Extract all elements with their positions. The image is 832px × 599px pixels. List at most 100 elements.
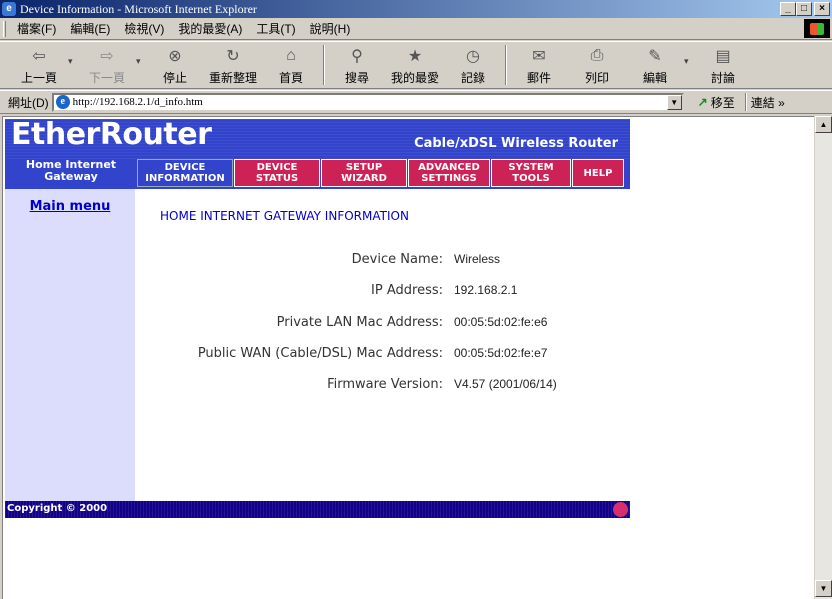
print-label: 列印 xyxy=(584,71,609,85)
print-button[interactable]: ⎙ 列印 xyxy=(568,42,626,88)
go-label: 移至 xyxy=(710,95,735,110)
menu-tools[interactable]: 工具(T) xyxy=(249,20,302,37)
home-button[interactable]: ⌂ 首頁 xyxy=(262,42,320,88)
info-row-lan-mac: Private LAN Mac Address: 00:05:5d:02:fe:… xyxy=(143,315,623,331)
printer-icon: ⎙ xyxy=(590,47,604,64)
menu-grip[interactable] xyxy=(3,20,6,37)
menu-favorites[interactable]: 我的最愛(A) xyxy=(171,20,249,37)
scroll-up-icon[interactable]: ▲ xyxy=(815,116,832,133)
edit-icon: ✎ xyxy=(648,48,662,65)
scroll-down-icon[interactable]: ▼ xyxy=(815,580,832,597)
toolbar-separator xyxy=(323,45,325,85)
info-label: Device Name: xyxy=(351,252,443,267)
info-value: 00:05:5d:02:fe:e6 xyxy=(454,315,548,329)
info-label: Public WAN (Cable/DSL) Mac Address: xyxy=(197,346,443,361)
search-button[interactable]: ⚲ 搜尋 xyxy=(328,42,386,88)
tab-setup-wizard[interactable]: SETUP WIZARD xyxy=(321,159,407,187)
go-arrow-icon: ↗ xyxy=(697,95,708,109)
favorites-icon: ★ xyxy=(407,48,423,65)
info-row-device-name: Device Name: Wireless xyxy=(143,252,623,268)
minimize-button[interactable]: _ xyxy=(780,2,796,16)
edit-dropdown-icon[interactable]: ▾ xyxy=(684,56,694,67)
page-icon: e xyxy=(55,95,70,109)
standard-toolbar: ⇦ 上一頁 ▾ ⇨ 下一頁 ▾ ⊗ 停止 ↻ 重新整理 ⌂ 首頁 ⚲ 搜尋 ★ … xyxy=(0,41,832,89)
edit-label: 編輯 xyxy=(642,71,667,85)
back-arrow-icon: ⇦ xyxy=(32,48,46,65)
back-dropdown-icon[interactable]: ▾ xyxy=(68,56,78,67)
tab-device-status[interactable]: DEVICE STATUS xyxy=(234,159,320,187)
product-tagline: Cable/xDSL Wireless Router xyxy=(414,136,618,151)
ie-app-icon[interactable]: e xyxy=(2,2,16,16)
home-icon: ⌂ xyxy=(286,47,296,64)
brand-logo: EtherRouter xyxy=(11,117,212,152)
main-menu-link[interactable]: Main menu xyxy=(5,199,135,214)
home-label: 首頁 xyxy=(278,71,303,85)
page-footer: Copyright © 2000 xyxy=(5,501,630,518)
info-label: IP Address: xyxy=(371,283,443,298)
back-label: 上一頁 xyxy=(20,71,57,85)
discuss-label: 討論 xyxy=(710,71,735,85)
edit-button[interactable]: ✎ 編輯 xyxy=(626,42,684,88)
info-row-firmware: Firmware Version: V4.57 (2001/06/14) xyxy=(143,377,623,393)
page-viewport: EtherRouter Cable/xDSL Wireless Router H… xyxy=(2,116,814,599)
address-input[interactable]: e http://192.168.2.1/d_info.htm ▼ xyxy=(51,92,684,112)
info-label: Private LAN Mac Address: xyxy=(276,315,443,330)
menu-bar: 檔案(F) 編輯(E) 檢視(V) 我的最愛(A) 工具(T) 說明(H) xyxy=(0,18,832,40)
favorites-button[interactable]: ★ 我的最愛 xyxy=(386,42,444,88)
search-icon: ⚲ xyxy=(351,48,363,65)
forward-label: 下一頁 xyxy=(88,71,125,85)
stop-button[interactable]: ⊗ 停止 xyxy=(146,42,204,88)
refresh-button[interactable]: ↻ 重新整理 xyxy=(204,42,262,88)
router-nav: Home Internet Gateway DEVICE INFORMATION … xyxy=(5,159,630,189)
router-banner: EtherRouter Cable/xDSL Wireless Router xyxy=(5,117,630,159)
go-button[interactable]: ↗ 移至 xyxy=(698,94,735,111)
address-dropdown-icon[interactable]: ▼ xyxy=(666,94,682,110)
forward-dropdown-icon[interactable]: ▾ xyxy=(136,56,146,67)
mail-label: 郵件 xyxy=(526,71,551,85)
maximize-button[interactable]: □ xyxy=(796,2,812,16)
vertical-scrollbar[interactable]: ▲ ▼ xyxy=(814,116,832,599)
history-label: 記錄 xyxy=(460,71,485,85)
menu-help[interactable]: 說明(H) xyxy=(303,20,358,37)
menu-file[interactable]: 檔案(F) xyxy=(10,20,63,37)
history-icon: ◷ xyxy=(466,48,480,65)
history-button[interactable]: ◷ 記錄 xyxy=(444,42,502,88)
stop-icon: ⊗ xyxy=(168,48,182,65)
back-button[interactable]: ⇦ 上一頁 xyxy=(10,42,68,88)
footer-dot-icon xyxy=(613,502,628,517)
refresh-icon: ↻ xyxy=(226,48,240,65)
refresh-label: 重新整理 xyxy=(208,71,257,85)
title-bar: e Device Information - Microsoft Interne… xyxy=(0,0,832,18)
tab-advanced-settings[interactable]: ADVANCED SETTINGS xyxy=(408,159,490,187)
mail-icon: ✉ xyxy=(532,48,546,65)
menu-view[interactable]: 檢視(V) xyxy=(117,20,171,37)
info-value: V4.57 (2001/06/14) xyxy=(454,377,557,391)
stop-label: 停止 xyxy=(162,71,187,85)
info-row-ip-address: IP Address: 192.168.2.1 xyxy=(143,283,623,299)
discuss-icon: ▤ xyxy=(715,48,731,65)
forward-button[interactable]: ⇨ 下一頁 xyxy=(78,42,136,88)
search-label: 搜尋 xyxy=(344,71,369,85)
toolbar-separator xyxy=(505,45,507,85)
mail-button[interactable]: ✉ 郵件 xyxy=(510,42,568,88)
info-label: Firmware Version: xyxy=(327,377,443,392)
discuss-button[interactable]: ▤ 討論 xyxy=(694,42,752,88)
address-url[interactable]: http://192.168.2.1/d_info.htm xyxy=(73,96,203,108)
info-value: 192.168.2.1 xyxy=(454,283,518,297)
address-label: 網址(D) xyxy=(8,95,49,110)
tab-system-tools[interactable]: SYSTEM TOOLS xyxy=(491,159,571,187)
close-button[interactable]: × xyxy=(814,2,830,16)
info-row-wan-mac: Public WAN (Cable/DSL) Mac Address: 00:0… xyxy=(143,346,623,362)
tab-device-information[interactable]: DEVICE INFORMATION xyxy=(137,159,233,187)
favorites-label: 我的最愛 xyxy=(390,71,439,85)
forward-arrow-icon: ⇨ xyxy=(100,48,114,65)
page-title: HOME INTERNET GATEWAY INFORMATION xyxy=(160,209,409,223)
info-value: 00:05:5d:02:fe:e7 xyxy=(454,346,548,360)
tab-help[interactable]: HELP xyxy=(572,159,624,187)
info-value: Wireless xyxy=(454,252,501,266)
menu-edit[interactable]: 編輯(E) xyxy=(63,20,117,37)
gateway-label: Home Internet Gateway xyxy=(25,158,117,183)
links-button[interactable]: 連結 » xyxy=(751,94,785,111)
links-separator xyxy=(744,93,747,111)
windows-logo-icon xyxy=(804,19,830,38)
